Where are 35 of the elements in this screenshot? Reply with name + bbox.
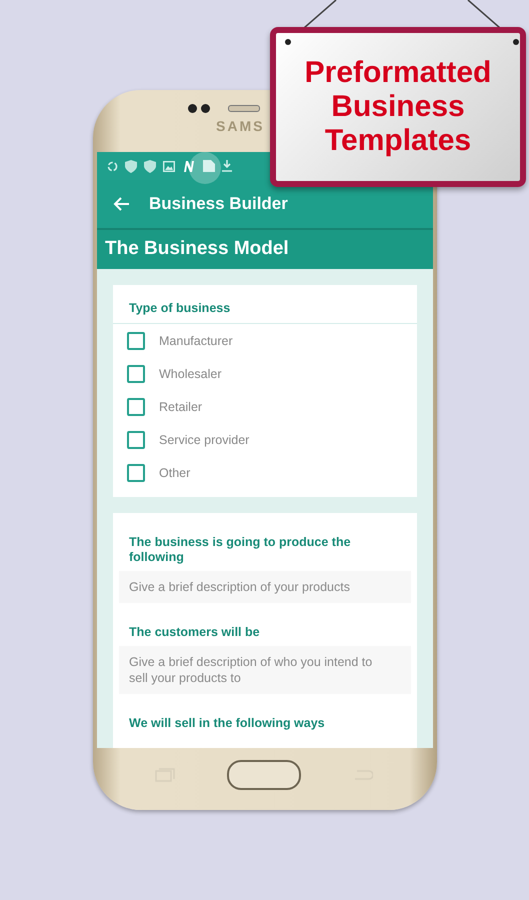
hanging-string-drawing	[467, 0, 501, 28]
answer-box[interactable]: Give a brief description of your products	[119, 571, 411, 603]
pin-icon	[285, 39, 291, 45]
brand-logo-text: SAMS	[216, 118, 264, 134]
card-heading: Type of business	[113, 295, 417, 324]
checkbox[interactable]	[127, 431, 145, 449]
checkbox[interactable]	[127, 365, 145, 383]
promo-sign-text: Preformatted Business Templates	[304, 56, 492, 158]
option-label: Service provider	[159, 433, 250, 447]
checkbox[interactable]	[127, 332, 145, 350]
question-label: The customers will be	[128, 624, 261, 641]
answer-box[interactable]: Give a brief description of who you intend to sell your products to	[119, 646, 411, 694]
pin-icon	[513, 39, 519, 45]
option-label: Other	[159, 466, 190, 480]
download-icon	[222, 160, 232, 172]
speaker-grille	[228, 105, 260, 112]
n-badge-icon	[182, 160, 196, 172]
hanging-string-drawing	[303, 0, 337, 28]
checkbox[interactable]	[127, 464, 145, 482]
question-label: The business is going to produce the following	[128, 534, 352, 566]
option-label: Wholesaler	[159, 367, 222, 381]
checkbox[interactable]	[127, 398, 145, 416]
image-icon	[163, 160, 175, 172]
option-label: Retailer	[159, 400, 202, 414]
shield-icon	[144, 160, 156, 172]
home-button[interactable]	[227, 760, 301, 790]
recycle-icon	[107, 160, 118, 172]
question-label: We will sell in the following ways	[128, 715, 326, 732]
camera-icon	[188, 104, 210, 113]
back-arrow-icon[interactable]	[113, 197, 129, 211]
shield-icon	[125, 160, 137, 172]
option-label: Manufacturer	[159, 334, 233, 348]
app-title: Business Builder	[149, 194, 288, 214]
section-title: The Business Model	[97, 230, 433, 269]
sim-card-icon	[203, 160, 215, 172]
